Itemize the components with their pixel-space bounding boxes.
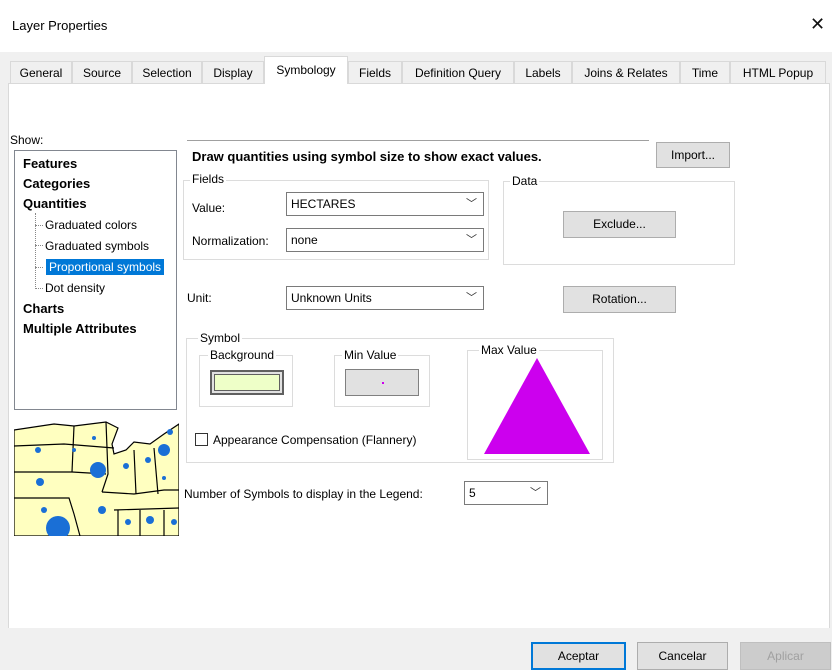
rotation-button[interactable]: Rotation... (563, 286, 676, 313)
normalization-value: none (291, 233, 318, 247)
tab-fields[interactable]: Fields (348, 61, 402, 83)
tab-joins-relates[interactable]: Joins & Relates (572, 61, 680, 83)
tab-symbology[interactable]: Symbology (264, 56, 348, 84)
tree-multiple-attributes[interactable]: Multiple Attributes (23, 321, 137, 337)
chevron-down-icon: ﹀ (530, 487, 541, 499)
value-label: Value: (192, 201, 226, 215)
import-button[interactable]: Import... (656, 142, 730, 168)
tab-time[interactable]: Time (680, 61, 730, 83)
show-label: Show: (10, 133, 44, 147)
tree-connector (35, 267, 43, 268)
window-title: Layer Properties (12, 18, 108, 33)
appearance-compensation-checkbox[interactable] (195, 433, 208, 446)
value-field-value: HECTARES (291, 197, 356, 211)
symbol-group-label: Symbol (198, 331, 243, 345)
tab-source[interactable]: Source (72, 61, 132, 83)
close-icon[interactable]: ✕ (810, 14, 825, 35)
tree-connector (35, 245, 43, 246)
show-tree: Features Categories Quantities Graduated… (14, 150, 177, 410)
apply-button[interactable]: Aplicar (740, 642, 831, 670)
tab-general[interactable]: General (10, 61, 72, 83)
tree-graduated-colors[interactable]: Graduated colors (45, 217, 137, 233)
tree-categories[interactable]: Categories (23, 176, 90, 192)
tree-charts[interactable]: Charts (23, 301, 64, 317)
appearance-compensation-label: Appearance Compensation (Flannery) (213, 433, 417, 447)
unit-dropdown[interactable]: Unknown Units ﹀ (286, 286, 484, 310)
exclude-button[interactable]: Exclude... (563, 211, 676, 238)
title-bar (0, 0, 832, 52)
chevron-down-icon: ﹀ (466, 292, 477, 304)
max-value-triangle-symbol[interactable] (482, 356, 592, 456)
chevron-down-icon: ﹀ (466, 234, 477, 246)
background-color-swatch[interactable] (210, 370, 284, 395)
tab-labels[interactable]: Labels (514, 61, 572, 83)
fields-group-label: Fields (190, 172, 227, 186)
tree-connector (35, 225, 43, 226)
max-value-label: Max Value (479, 343, 539, 357)
tab-selection[interactable]: Selection (132, 61, 202, 83)
normalization-dropdown[interactable]: none ﹀ (286, 228, 484, 252)
tree-quantities[interactable]: Quantities (23, 196, 87, 212)
data-group-label: Data (510, 174, 540, 188)
tab-strip: General Source Selection Display Symbolo… (8, 52, 830, 84)
unit-value: Unknown Units (291, 291, 372, 305)
tab-display[interactable]: Display (202, 61, 264, 83)
tree-proportional-symbols[interactable]: Proportional symbols (46, 259, 165, 275)
tree-graduated-symbols[interactable]: Graduated symbols (45, 238, 149, 254)
tree-dot-density[interactable]: Dot density (45, 280, 105, 296)
tab-definition-query[interactable]: Definition Query (402, 61, 514, 83)
value-field-dropdown[interactable]: HECTARES ﹀ (286, 192, 484, 216)
legend-count-dropdown[interactable]: 5 ﹀ (464, 481, 548, 505)
min-symbol-dot (382, 382, 384, 384)
description-divider (187, 140, 649, 141)
renderer-description: Draw quantities using symbol size to sho… (192, 149, 542, 164)
tree-connector (35, 288, 43, 289)
normalization-label: Normalization: (192, 234, 269, 248)
chevron-down-icon: ﹀ (466, 198, 477, 210)
tab-html-popup[interactable]: HTML Popup (730, 61, 826, 83)
ok-button[interactable]: Aceptar (531, 642, 626, 670)
tree-features[interactable]: Features (23, 156, 77, 172)
cancel-button[interactable]: Cancelar (637, 642, 728, 670)
min-value-symbol-button[interactable] (345, 369, 419, 396)
unit-label: Unit: (187, 291, 212, 305)
legend-count-value: 5 (469, 486, 476, 500)
background-label: Background (208, 348, 277, 362)
background-color-fill (214, 374, 280, 391)
map-preview-image (14, 414, 179, 536)
min-value-label: Min Value (342, 348, 399, 362)
legend-count-label: Number of Symbols to display in the Lege… (184, 487, 423, 501)
